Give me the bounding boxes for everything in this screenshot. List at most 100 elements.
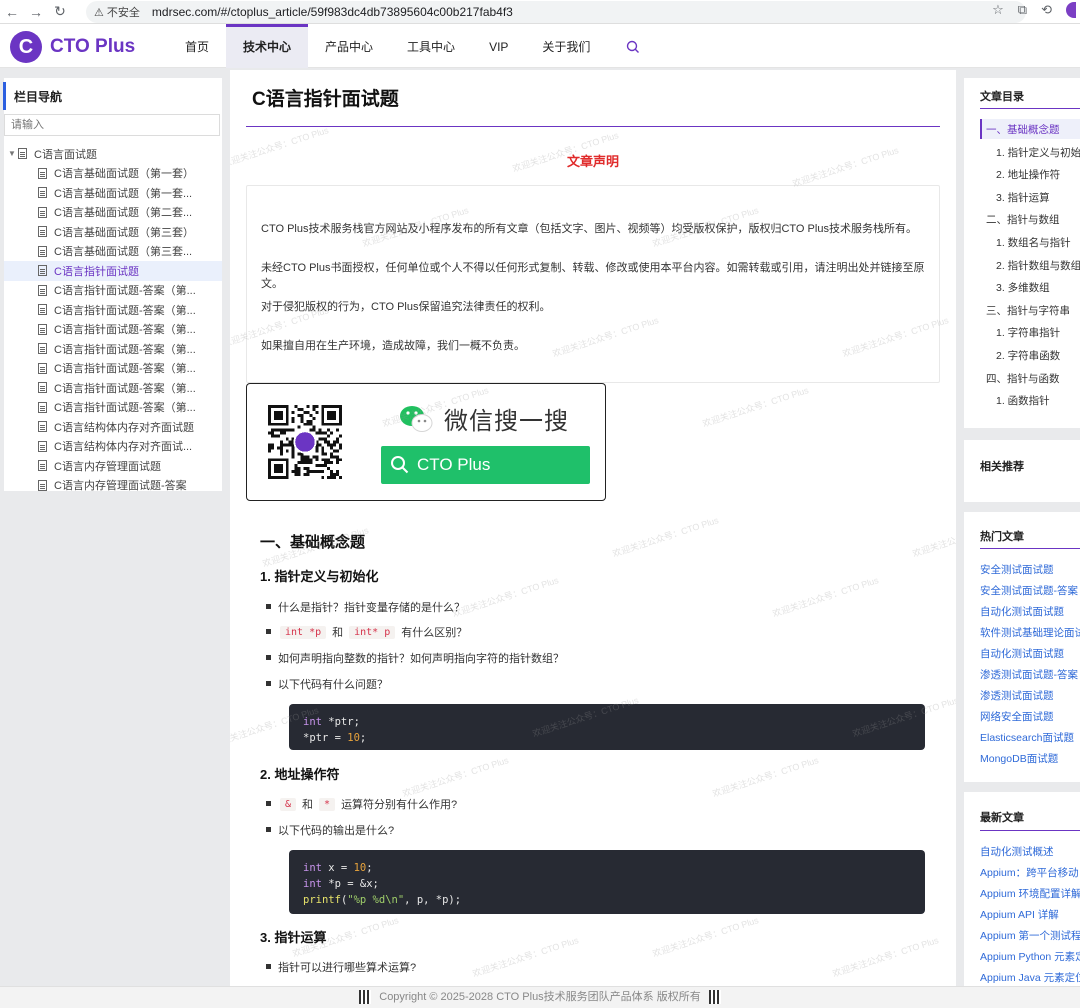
- nav-tech-center[interactable]: 技术中心: [226, 24, 309, 68]
- nav-vip[interactable]: VIP: [472, 24, 525, 68]
- wechat-icon: [400, 406, 433, 432]
- hot-article-link[interactable]: 安全测试面试题-答案: [980, 583, 1078, 598]
- sidebar-tree-item[interactable]: C语言指针面试题-答案（第...: [4, 359, 222, 379]
- nav-tools[interactable]: 工具中心: [390, 24, 472, 68]
- url-text[interactable]: mdrsec.com/#/ctoplus_article/59f983dc4db…: [152, 5, 513, 19]
- nav-products[interactable]: 产品中心: [308, 24, 390, 68]
- hot-article-link[interactable]: 安全测试面试题: [980, 562, 1054, 577]
- watermark: 欢迎关注公众号：CTO Plus: [831, 935, 940, 979]
- code-block[interactable]: int *ptr; *ptr = 10;: [289, 704, 925, 750]
- qr-badge-icon: [708, 990, 721, 1005]
- hot-article-link[interactable]: 渗透测试面试题-答案: [980, 667, 1078, 682]
- toc-item[interactable]: 3. 指针运算: [996, 190, 1050, 205]
- sidebar-tree-item[interactable]: C语言指针面试题-答案（第...: [4, 300, 222, 320]
- wechat-search-text: 微信搜一搜: [444, 408, 569, 435]
- toc-item[interactable]: 2. 字符串函数: [996, 348, 1060, 363]
- toc-item[interactable]: 四、指针与函数: [986, 371, 1060, 386]
- insecure-badge[interactable]: ⚠ 不安全: [94, 4, 140, 20]
- sidebar-tree-item[interactable]: C语言结构体内存对齐面试题: [4, 417, 222, 437]
- watermark: 欢迎关注公众号：CTO Plus: [701, 385, 810, 429]
- related-title: 相关推荐: [980, 461, 1024, 473]
- sidebar-search-input[interactable]: [4, 114, 220, 136]
- sidebar-tree-item[interactable]: C语言结构体内存对齐面试...: [4, 437, 222, 457]
- sidebar-tree-item[interactable]: C语言内存管理面试题-答案: [4, 476, 222, 496]
- sidebar-tree-item[interactable]: C语言基础面试题（第三套...: [4, 242, 222, 262]
- sidebar-tree-item[interactable]: C语言基础面试题（第三套）: [4, 222, 222, 242]
- latest-divider: [980, 830, 1080, 831]
- sidebar-tree-item[interactable]: C语言指针面试题-答案（第...: [4, 398, 222, 418]
- sidebar-tree-item[interactable]: C语言指针面试题-答案（第...: [4, 339, 222, 359]
- hot-article-link[interactable]: 软件测试基础理论面试: [980, 625, 1080, 640]
- sidebar-tree-item-label: C语言内存管理面试题-答案: [54, 480, 187, 493]
- sidebar-tree-item-label: C语言基础面试题（第一套...: [54, 187, 193, 200]
- document-icon: [38, 245, 47, 257]
- qr-code: [268, 405, 342, 479]
- sidebar-tree-item[interactable]: C语言基础面试题（第一套...: [4, 183, 222, 203]
- latest-article-link[interactable]: Appium：跨平台移动: [980, 865, 1079, 880]
- toc-item[interactable]: 二、指针与数组: [986, 212, 1060, 227]
- sidebar-tree-item[interactable]: C语言指针面试题: [4, 261, 222, 281]
- list-item-text: 和: [302, 799, 314, 811]
- sidebar-tree-item[interactable]: C语言内存管理面试题: [4, 456, 222, 476]
- address-bar[interactable]: ⚠ 不安全 mdrsec.com/#/ctoplus_article/59f98…: [86, 1, 1026, 23]
- list-item-text: 有什么区别？: [401, 627, 468, 639]
- nav-home[interactable]: 首页: [168, 24, 226, 68]
- hot-article-link[interactable]: 渗透测试面试题: [980, 688, 1054, 703]
- history-icon[interactable]: ⟲: [1041, 2, 1052, 18]
- watermark: 欢迎关注公众号：CTO Plus: [451, 575, 560, 619]
- search-icon[interactable]: [626, 40, 640, 54]
- reload-icon[interactable]: ↻: [48, 3, 72, 20]
- site-header: C CTO Plus 首页 技术中心 产品中心 工具中心 VIP 关于我们: [0, 24, 1080, 68]
- sidebar-tree-item-label: C语言结构体内存对齐面试题: [54, 421, 194, 434]
- sidebar-tree-item[interactable]: C语言指针面试题-答案（第...: [4, 378, 222, 398]
- toc-item[interactable]: 3. 多维数组: [996, 280, 1050, 295]
- forward-icon[interactable]: →: [24, 4, 48, 20]
- latest-article-link[interactable]: Appium Java 元素定位: [980, 970, 1080, 985]
- toc-item[interactable]: 三、指针与字符串: [986, 303, 1070, 318]
- toc-item[interactable]: 2. 指针数组与数组指针: [996, 258, 1080, 273]
- toc-item[interactable]: 1. 函数指针: [996, 393, 1050, 408]
- toc-item[interactable]: 一、基础概念题: [986, 122, 1060, 137]
- subsection-heading: 2. 地址操作符: [260, 767, 340, 782]
- hot-article-link[interactable]: MongoDB面试题: [980, 751, 1058, 766]
- toc-item[interactable]: 1. 指针定义与初始化: [996, 145, 1080, 160]
- chevron-down-icon[interactable]: ▼: [8, 149, 18, 158]
- extensions-icon[interactable]: ⧉: [1018, 2, 1027, 18]
- sidebar-tree-item[interactable]: C语言指针面试题-答案（第...: [4, 320, 222, 340]
- document-icon: [38, 343, 47, 355]
- profile-avatar[interactable]: [1066, 2, 1076, 18]
- sidebar-tree-item[interactable]: C语言基础面试题（第一套）: [4, 164, 222, 184]
- back-icon[interactable]: ←: [0, 4, 24, 20]
- star-icon[interactable]: ☆: [992, 2, 1004, 18]
- watermark: 欢迎关注公众号：CTO Plus: [711, 755, 820, 799]
- toc-item[interactable]: 1. 数组名与指针: [996, 235, 1071, 250]
- latest-title: 最新文章: [980, 812, 1024, 824]
- code-block[interactable]: int x = 10; int *p = &x; printf("%p %d\n…: [289, 850, 925, 914]
- search-icon: [391, 456, 409, 474]
- browser-actions: ☆ ⧉ ⟲: [992, 2, 1080, 18]
- hot-article-link[interactable]: 自动化测试面试题: [980, 646, 1064, 661]
- sidebar-tree-item-label: C语言基础面试题（第一套）: [54, 168, 194, 181]
- tree-root[interactable]: ▼ C语言面试题: [4, 144, 222, 164]
- list-item-text: 什么是指针？指针变量存储的是什么？: [278, 602, 465, 614]
- hot-article-link[interactable]: 网络安全面试题: [980, 709, 1054, 724]
- toc-item[interactable]: 2. 地址操作符: [996, 167, 1060, 182]
- toc-item[interactable]: 1. 字符串指针: [996, 325, 1060, 340]
- document-icon: [38, 382, 47, 394]
- sidebar-tree-item[interactable]: C语言基础面试题（第二套...: [4, 203, 222, 223]
- hot-article-link[interactable]: 自动化测试面试题: [980, 604, 1064, 619]
- site-footer: Copyright © 2025-2028 CTO Plus技术服务团队产品体系…: [0, 986, 1080, 1008]
- wechat-search-button[interactable]: CTO Plus: [381, 446, 590, 484]
- copyright-notice: CTO Plus技术服务栈官方网站及小程序发布的所有文章（包括文字、图片、视频等…: [246, 185, 940, 383]
- nav-about[interactable]: 关于我们: [525, 24, 607, 68]
- latest-article-link[interactable]: Appium API 详解: [980, 907, 1059, 922]
- latest-article-link[interactable]: Appium 第一个测试程: [980, 928, 1080, 943]
- sidebar-tree-item[interactable]: C语言指针面试题-答案（第...: [4, 281, 222, 301]
- latest-article-link[interactable]: 自动化测试概述: [980, 844, 1054, 859]
- document-icon: [38, 304, 47, 316]
- latest-article-link[interactable]: Appium Python 元素定: [980, 949, 1080, 964]
- latest-article-link[interactable]: Appium 环境配置详解: [980, 886, 1080, 901]
- hot-article-link[interactable]: Elasticsearch面试题: [980, 730, 1074, 745]
- section-heading: 一、基础概念题: [260, 534, 366, 551]
- site-logo[interactable]: C CTO Plus: [10, 31, 135, 63]
